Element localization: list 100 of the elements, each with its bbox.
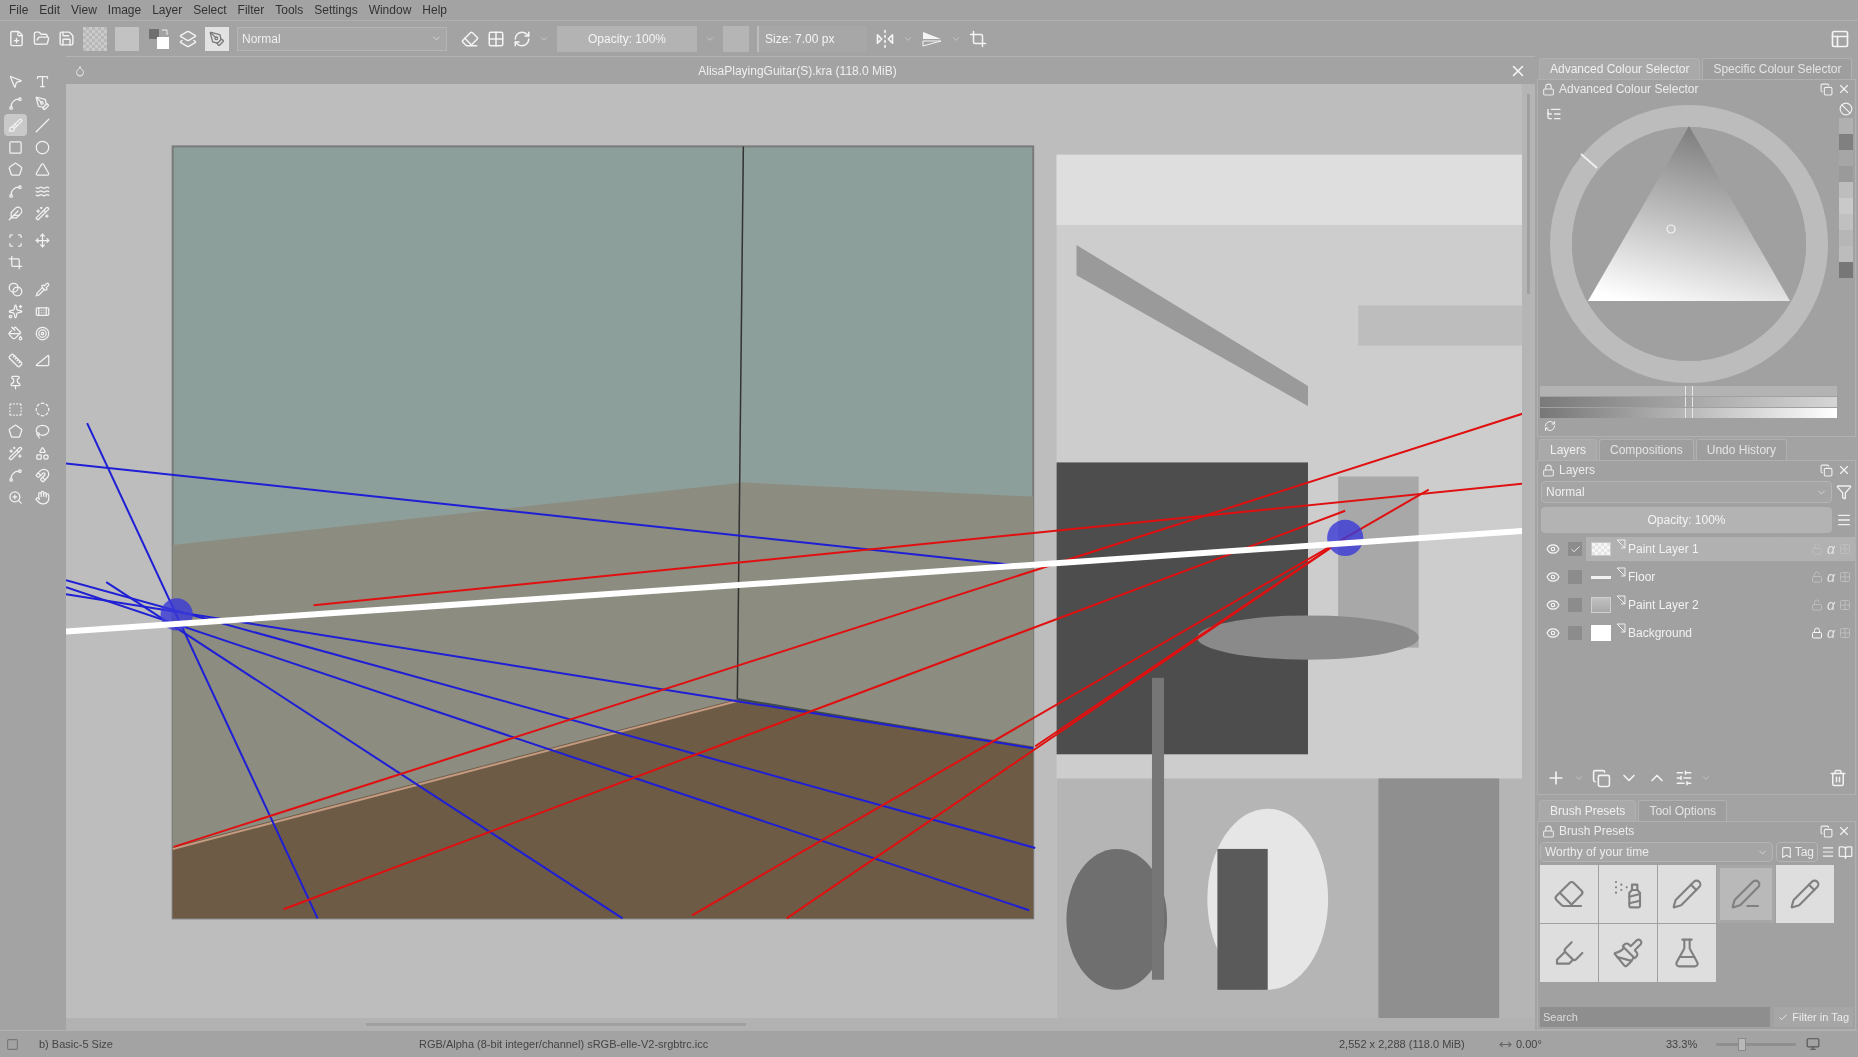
zoom-icon — [8, 489, 23, 505]
open-folder-icon[interactable] — [33, 30, 50, 47]
layer-row[interactable]: Paint Layer 2 α — [1538, 593, 1855, 617]
menu-icon[interactable] — [1836, 512, 1852, 528]
opacity-slider[interactable]: Opacity: 100% — [557, 25, 697, 52]
eraser-icon[interactable] — [461, 29, 479, 48]
colour-swap-icon[interactable] — [147, 26, 171, 51]
close-icon[interactable] — [1837, 824, 1851, 838]
alpha-lock-toggle[interactable]: α — [1827, 566, 1835, 588]
brush-preset[interactable] — [1776, 865, 1834, 923]
alpha-lock-toggle[interactable]: α — [1827, 594, 1835, 616]
unlocked-icon[interactable] — [1811, 599, 1823, 611]
menu-item[interactable]: Layer — [147, 1, 188, 19]
brush-preset[interactable] — [1658, 924, 1716, 982]
pointer-icon — [8, 73, 23, 89]
polygon-select-icon — [8, 423, 23, 439]
pen-icon — [35, 95, 50, 111]
menu-item[interactable]: File — [4, 1, 34, 19]
crop-icon[interactable] — [969, 29, 987, 48]
close-icon[interactable] — [1837, 463, 1851, 477]
dock-tab[interactable]: Tool Options — [1638, 800, 1728, 821]
display-icon[interactable] — [1806, 1037, 1820, 1051]
dock-tab[interactable]: Specific Colour Selector — [1702, 58, 1853, 79]
docker-title: Brush Presets — [1559, 823, 1636, 840]
menu-item[interactable]: Edit — [34, 1, 66, 19]
menu-item[interactable]: View — [66, 1, 102, 19]
zoom-slider[interactable] — [1716, 1037, 1796, 1051]
layer-thumbnail — [1591, 597, 1611, 613]
close-icon[interactable] — [1837, 82, 1851, 96]
ellipse-icon — [35, 139, 50, 155]
lock-docker-icon[interactable] — [1542, 824, 1555, 838]
opacity-slider[interactable]: Opacity: 100% — [1541, 507, 1832, 533]
menu-item[interactable]: Help — [417, 1, 452, 19]
lock-docker-icon[interactable] — [1542, 82, 1555, 96]
float-icon[interactable] — [1820, 82, 1833, 96]
brush-preset[interactable] — [1717, 865, 1775, 923]
workspace-icon[interactable] — [1830, 28, 1850, 49]
menu-item[interactable]: Window — [363, 1, 417, 19]
document-title: AlisaPlayingGuitar(S).kra (118.0 MiB) — [697, 62, 898, 80]
duplicate-icon[interactable] — [1592, 768, 1611, 788]
float-icon[interactable] — [1820, 824, 1833, 838]
layer-row[interactable]: Background α — [1538, 621, 1855, 645]
ruler-icon — [8, 352, 23, 368]
brush-preset[interactable] — [1658, 865, 1716, 923]
float-icon[interactable] — [1820, 463, 1833, 477]
properties-icon[interactable] — [1675, 769, 1693, 787]
save-icon[interactable] — [58, 30, 75, 47]
delete-icon[interactable] — [1829, 769, 1847, 787]
brush-preset[interactable] — [1540, 924, 1598, 982]
dock-tab[interactable]: Compositions — [1599, 439, 1694, 460]
dock-tab[interactable]: Layers — [1539, 439, 1598, 460]
vertical-scrollbar[interactable] — [1522, 84, 1535, 1018]
brush-tool[interactable] — [4, 114, 27, 136]
search-field[interactable]: Search — [1540, 1007, 1771, 1027]
menu-icon[interactable] — [1821, 845, 1835, 859]
colour-slider[interactable] — [1540, 408, 1837, 418]
visibility-icon[interactable] — [1546, 570, 1560, 584]
visibility-icon[interactable] — [1546, 542, 1560, 556]
menu-item[interactable]: Tools — [270, 1, 309, 19]
paint-bucket-icon — [8, 325, 23, 341]
dock-tab[interactable]: Advanced Colour Selector — [1539, 58, 1701, 79]
unlocked-icon[interactable] — [1811, 571, 1823, 583]
blend-mode-dropdown[interactable]: Normal — [1541, 481, 1832, 503]
clear-history-icon[interactable] — [1839, 102, 1853, 116]
visibility-icon[interactable] — [1546, 626, 1560, 640]
refresh-icon[interactable] — [1544, 420, 1556, 432]
shapes-icon — [35, 445, 50, 461]
alpha-lock-toggle[interactable]: α — [1827, 622, 1835, 644]
mirror-vertical-icon[interactable] — [921, 29, 943, 48]
visibility-icon[interactable] — [1546, 598, 1560, 612]
menu-item[interactable]: Image — [102, 1, 147, 19]
horizontal-scrollbar[interactable] — [66, 1018, 1535, 1030]
layer-row[interactable]: Floor α — [1538, 565, 1855, 589]
tag-button[interactable]: Tag — [1775, 842, 1818, 862]
lock-docker-icon[interactable] — [1542, 463, 1555, 477]
colour-slider[interactable] — [1540, 397, 1837, 407]
filter-checkbox[interactable]: Filter in Tag — [1774, 1007, 1853, 1027]
colour-slider[interactable] — [1540, 386, 1837, 396]
blend-mode-dropdown[interactable]: Normal — [237, 26, 447, 51]
layer-checkbox[interactable] — [1568, 542, 1582, 556]
reload-icon[interactable] — [513, 29, 531, 48]
gradient-swatch[interactable] — [115, 26, 139, 51]
dock-tab[interactable]: Brush Presets — [1539, 800, 1637, 821]
selection-icon — [6, 1037, 19, 1051]
brush-preset[interactable] — [1599, 924, 1657, 982]
menu-item[interactable]: Settings — [309, 1, 363, 19]
menu-item[interactable]: Filter — [232, 1, 270, 19]
menu-item[interactable]: Select — [188, 1, 232, 19]
tag-dropdown[interactable]: Worthy of your time — [1540, 842, 1773, 862]
brush-preset[interactable] — [1599, 865, 1657, 923]
status-rotation: 0.00° — [1516, 1036, 1543, 1052]
pattern-swatch[interactable] — [83, 26, 107, 51]
lock-icon[interactable] — [1811, 627, 1823, 639]
filter-icon[interactable] — [1836, 484, 1852, 500]
size-slider[interactable]: Size: 7.00 px — [757, 25, 867, 52]
dock-tab[interactable]: Undo History — [1695, 439, 1788, 460]
new-file-icon[interactable] — [8, 30, 25, 47]
brush-preset-icon[interactable] — [205, 26, 229, 51]
brush-preset[interactable] — [1540, 865, 1598, 923]
mirror-icon[interactable] — [875, 28, 895, 49]
